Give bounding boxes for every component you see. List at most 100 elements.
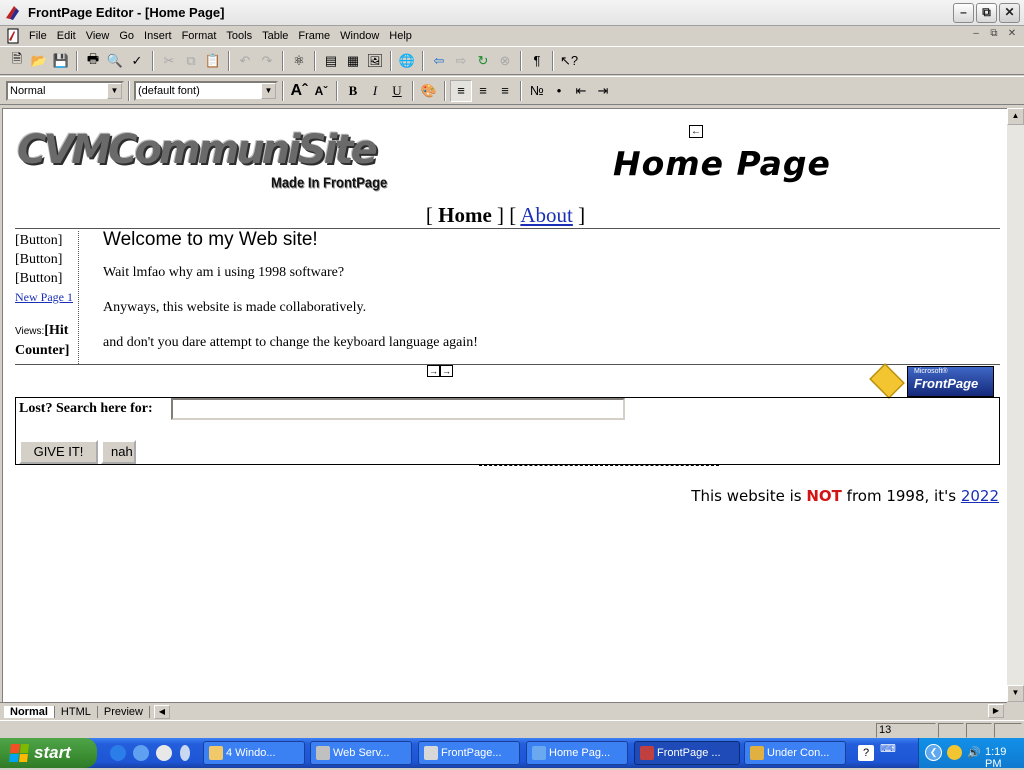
form-boundary [623,397,719,398]
tab-normal[interactable]: Normal [4,705,55,718]
nav-button-2[interactable]: [Button] [15,250,78,269]
print-preview-icon[interactable]: 🔍 [104,50,126,72]
numbered-list-icon[interactable]: № [526,80,548,102]
insert-image-icon[interactable]: 🖼 [364,50,386,72]
nav-about-link[interactable]: About [520,203,573,227]
task-windows-explorer[interactable]: 4 Windo... [203,741,305,765]
menu-insert[interactable]: Insert [140,30,178,42]
tab-preview[interactable]: Preview [98,705,150,718]
menu-go[interactable]: Go [115,30,140,42]
cut-icon[interactable]: ✂ [158,50,180,72]
menu-frame[interactable]: Frame [294,30,336,42]
new-page-link[interactable]: New Page 1 [15,288,78,307]
system-tray: ❮ 🔊 1:19 PM [918,738,1024,770]
folder-icon [209,746,223,760]
menu-edit[interactable]: Edit [53,30,82,42]
start-button[interactable]: start [0,738,97,768]
search-input[interactable] [171,398,625,420]
task-frontpage-explorer[interactable]: FrontPage... [418,741,520,765]
arrow-right-icon[interactable]: → [427,365,440,377]
back-icon[interactable]: ⇦ [428,50,450,72]
scroll-left-icon[interactable]: ◀ [153,704,170,719]
tray-expand-icon[interactable]: ❮ [925,744,942,761]
paste-icon[interactable]: 📋 [202,50,224,72]
refresh-icon[interactable]: ↻ [472,50,494,72]
redo-icon[interactable]: ↷ [256,50,278,72]
copy-icon[interactable]: ⧉ [180,50,202,72]
ie-icon[interactable] [110,745,126,761]
italic-icon[interactable]: I [364,80,386,102]
scroll-down-icon[interactable]: ▼ [1007,685,1024,702]
help-pointer-icon[interactable]: ↖? [558,50,580,72]
give-it-button[interactable]: GIVE IT! [19,440,98,464]
menu-file[interactable]: File [25,30,53,42]
media-player-icon[interactable] [156,745,172,761]
style-dropdown[interactable]: Normal ▼ [6,80,124,101]
doc-restore-button[interactable]: ⧉ [986,27,1002,42]
nav-button-1[interactable]: [Button] [15,231,78,250]
nav-home[interactable]: Home [438,203,492,227]
tab-html[interactable]: HTML [55,705,98,718]
bold-icon[interactable]: B [342,80,364,102]
decrease-indent-icon[interactable]: ⇤ [570,80,592,102]
insert-form-icon[interactable]: ▤ [320,50,342,72]
menu-table[interactable]: Table [258,30,294,42]
maximize-button[interactable]: ⧉ [976,3,997,23]
open-folder-icon[interactable]: 📂 [28,50,50,72]
underline-icon[interactable]: U [386,80,408,102]
align-left-icon[interactable]: ≡ [450,79,472,102]
undo-icon[interactable]: ↶ [234,50,256,72]
text-color-icon[interactable]: 🎨 [418,80,440,102]
doc-minimize-button[interactable]: – [968,27,984,42]
forward-icon[interactable]: ⇨ [450,50,472,72]
font-dropdown[interactable]: (default font) ▼ [134,80,278,101]
menu-window[interactable]: Window [336,30,385,42]
help-icon[interactable]: ? [858,745,874,761]
insert-table-icon[interactable]: ▦ [342,50,364,72]
taskbar: start 4 Windo... Web Serv... FrontPage..… [0,738,1024,770]
scroll-up-icon[interactable]: ▲ [1007,108,1024,125]
menu-view[interactable]: View [82,30,116,42]
minimize-button[interactable]: – [953,3,974,23]
hyperlink-icon[interactable]: 🌐 [396,50,418,72]
arrow-right-icon[interactable]: → [440,365,453,377]
save-icon[interactable]: 💾 [50,50,72,72]
increase-font-icon[interactable]: Aˆ [288,80,310,102]
align-right-icon[interactable]: ≡ [494,80,516,102]
menu-format[interactable]: Format [178,30,223,42]
align-center-icon[interactable]: ≡ [472,80,494,102]
decrease-font-icon[interactable]: Aˇ [310,80,332,102]
left-nav-column: [Button] [Button] [Button] New Page 1 Vi… [15,231,79,364]
nah-button[interactable]: nah [101,440,136,464]
nav-button-3[interactable]: [Button] [15,269,78,288]
back-arrow-icon[interactable]: ← [689,125,703,138]
task-web-server[interactable]: Web Serv... [310,741,412,765]
tray-app-icon[interactable] [947,745,962,760]
quicklaunch-chevron-icon[interactable] [180,745,190,761]
stop-icon[interactable]: ⊗ [494,50,516,72]
task-under-construction[interactable]: Under Con... [744,741,846,765]
volume-icon[interactable]: 🔊 [967,746,981,759]
document-canvas[interactable]: CVMCommuniSite Made In FrontPage ← Home … [2,108,1007,702]
outlook-icon[interactable] [133,745,149,761]
increase-indent-icon[interactable]: ⇥ [592,80,614,102]
scroll-right-icon[interactable]: ▶ [988,704,1004,718]
bulleted-list-icon[interactable]: • [548,80,570,102]
show-paragraph-icon[interactable]: ¶ [526,50,548,72]
task-home-page[interactable]: Home Pag... [526,741,628,765]
task-frontpage-editor[interactable]: FrontPage ... [634,741,740,765]
status-bar: 13 seconds [0,720,1024,749]
year-link[interactable]: 2022 [961,487,999,505]
close-button[interactable]: ✕ [999,3,1020,23]
webbot-icon[interactable]: ⚛ [288,50,310,72]
language-icon[interactable]: ⌨ [880,742,896,756]
menu-help[interactable]: Help [385,30,418,42]
vertical-scrollbar[interactable]: ▲ ▼ [1007,108,1024,702]
doc-close-button[interactable]: ✕ [1004,27,1020,42]
page-heading: Home Page [613,144,831,183]
print-icon[interactable]: 🖶 [82,50,104,72]
document-icon[interactable] [5,28,21,44]
menu-tools[interactable]: Tools [222,30,258,42]
spelling-icon[interactable]: ✓ [126,50,148,72]
new-page-icon[interactable]: 🗎 [6,50,28,72]
